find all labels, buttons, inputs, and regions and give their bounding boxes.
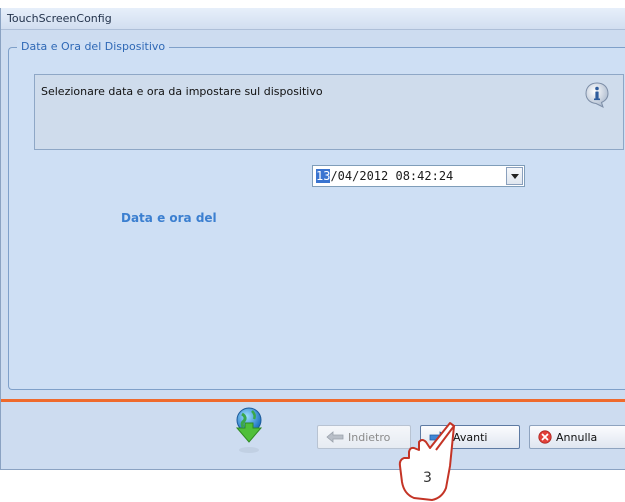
- window-title: TouchScreenConfig: [1, 8, 625, 30]
- chevron-down-icon[interactable]: [506, 167, 523, 185]
- datetime-label: Data e ora del: [121, 211, 217, 225]
- info-text: Selezionare data e ora da impostare sul …: [41, 85, 323, 98]
- config-window: TouchScreenConfig Data e Ora del Disposi…: [0, 8, 625, 470]
- datetime-group: Data e Ora del Dispositivo Selezionare d…: [8, 40, 625, 390]
- info-panel: Selezionare data e ora da impostare sul …: [34, 74, 624, 150]
- arrow-left-icon: [326, 431, 344, 443]
- group-title: Data e Ora del Dispositivo: [17, 40, 170, 54]
- cancel-button[interactable]: Annulla: [529, 425, 625, 449]
- datetime-picker[interactable]: 13/04/2012 08:42:24: [312, 165, 525, 187]
- footer-separator: [1, 399, 625, 402]
- info-icon: [585, 82, 609, 108]
- cancel-button-label: Annulla: [556, 430, 598, 444]
- picker-date-rest[interactable]: /04/2012 08:42:24: [330, 169, 453, 183]
- step-number: 3: [423, 470, 432, 486]
- cancel-icon: [538, 430, 552, 444]
- pointing-hand-icon: [398, 422, 456, 501]
- picker-day-selected[interactable]: 13: [316, 169, 331, 183]
- back-button-label: Indietro: [348, 430, 391, 444]
- globe-download-icon: [235, 407, 263, 453]
